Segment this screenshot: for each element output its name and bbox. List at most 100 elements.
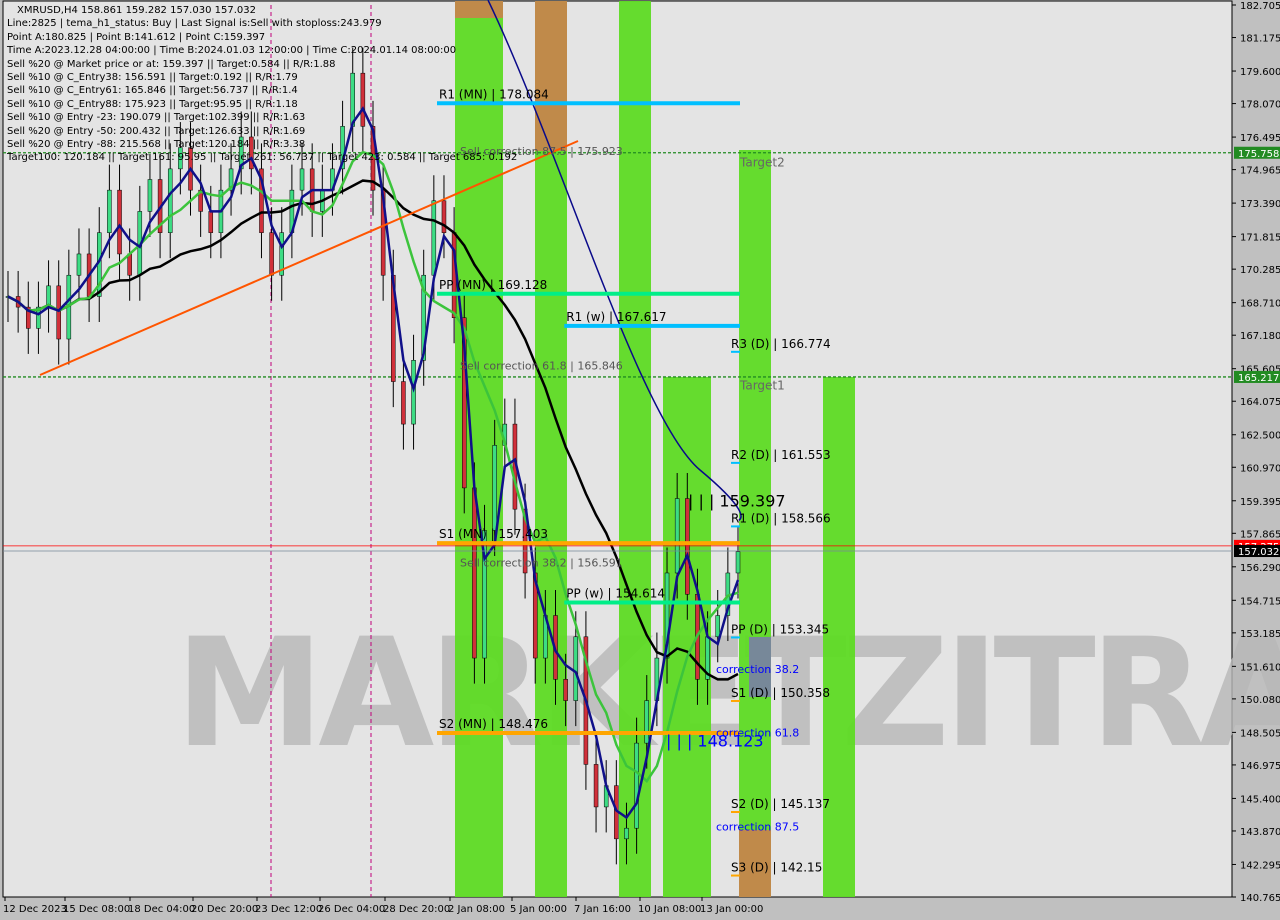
y-tick-label: 179.600 <box>1240 67 1280 78</box>
y-tick-label: 150.080 <box>1240 695 1280 706</box>
candle-body <box>573 636 579 701</box>
signal-info-line: Time A:2023.12.28 04:00:00 | Time B:2024… <box>7 45 457 57</box>
point-b-label: | | | 148.123 <box>666 732 764 751</box>
candle-body <box>299 168 305 191</box>
daily-level-label: R1 (D) | 158.566 <box>731 511 831 525</box>
candle-body <box>147 179 153 212</box>
candle-body <box>107 189 112 233</box>
y-tick-label: 160.970 <box>1240 463 1280 474</box>
x-tick-label: 18 Dec 04:00 <box>128 904 195 915</box>
y-tick-label: 167.180 <box>1240 331 1280 342</box>
y-tick-label: 182.705 <box>1240 1 1280 12</box>
signal-info-line: Line:2825 | tema_h1_status: Buy | Last S… <box>7 18 382 30</box>
x-tick-label: 10 Jan 08:00 <box>638 904 701 915</box>
signal-info-line: Sell %20 @ Entry -50: 200.432 || Target:… <box>7 125 306 137</box>
pivot-level-label: S1 (MN) | 157.403 <box>439 527 548 541</box>
y-tick-label: 142.295 <box>1240 860 1280 871</box>
signal-info-line: Sell %20 @ Market price or at: 159.397 |… <box>7 58 336 70</box>
y-tick-label: 173.390 <box>1240 199 1280 210</box>
y-tick-label: 157.865 <box>1240 529 1280 540</box>
daily-level-label: R3 (D) | 166.774 <box>731 337 831 351</box>
y-tick-label: 170.285 <box>1240 265 1280 276</box>
correction-label: correction 38.2 <box>716 663 799 676</box>
candle-body <box>117 189 122 255</box>
candle-body <box>644 700 649 744</box>
candle-body <box>563 679 568 701</box>
y-tick-label: 181.175 <box>1240 34 1280 45</box>
current-price-tag: 157.032 <box>1238 547 1279 558</box>
candle-body <box>492 445 497 531</box>
y-tick-label: 171.815 <box>1240 233 1280 244</box>
point-c-label: | | | 159.397 <box>688 492 786 511</box>
signal-info-panel: XMRUSD,H4 158.861 159.282 157.030 157.03… <box>7 4 517 165</box>
daily-level-label: R2 (D) | 161.553 <box>731 448 831 462</box>
x-tick-label: 7 Jan 16:00 <box>574 904 631 915</box>
daily-level-label: S3 (D) | 142.15 <box>731 861 822 875</box>
time-band-brown <box>535 1 567 151</box>
y-tick-label: 162.500 <box>1240 431 1280 442</box>
candle-body <box>56 285 61 340</box>
correction-label: correction 87.5 <box>716 820 799 833</box>
candle-body <box>624 827 629 840</box>
candle-body <box>472 487 477 659</box>
sell-correction-label: Sell correction 61.8 | 165.846 <box>460 360 623 373</box>
daily-level-label: S1 (D) | 150.358 <box>731 686 830 700</box>
y-tick-label: 174.965 <box>1240 166 1280 177</box>
x-tick-label: 12 Dec 2023 <box>3 904 67 915</box>
signal-info-line: Point A:180.825 | Point B:141.612 | Poin… <box>7 31 266 43</box>
symbol-ohlc: XMRUSD,H4 158.861 159.282 157.030 157.03… <box>17 5 256 16</box>
candle-body <box>167 168 173 233</box>
candle-body <box>735 551 741 574</box>
y-tick-label: 154.715 <box>1240 596 1280 607</box>
signal-info-line: Sell %10 @ C_Entry88: 175.923 || Target:… <box>7 98 298 110</box>
level-price-tag: 175.758 <box>1238 149 1279 160</box>
x-tick-label: 13 Jan 00:00 <box>700 904 763 915</box>
candle-body <box>441 200 447 233</box>
signal-info-line: Sell %10 @ C_Entry61: 165.846 || Target:… <box>7 85 298 97</box>
pivot-level-label: PP (w) | 154.614 <box>566 586 665 600</box>
x-tick-label: 20 Dec 20:00 <box>191 904 258 915</box>
y-tick-label: 148.505 <box>1240 728 1280 739</box>
candle-body <box>401 381 406 425</box>
target-label: Target1 <box>739 379 785 393</box>
pivot-level-label: PP (MN) | 169.128 <box>439 278 547 292</box>
signal-info-line: Sell %20 @ Entry -88: 215.568 || Target:… <box>7 139 306 151</box>
x-tick-label: 23 Dec 12:00 <box>255 904 322 915</box>
candle-body <box>76 253 82 276</box>
candle-body <box>127 253 132 276</box>
target-label: Target2 <box>739 155 785 169</box>
pivot-level-label: S2 (MN) | 148.476 <box>439 717 548 731</box>
y-tick-label: 178.070 <box>1240 100 1280 111</box>
y-tick-label: 168.710 <box>1240 299 1280 310</box>
x-tick-label: 26 Dec 04:00 <box>318 904 385 915</box>
candle-body <box>685 498 690 595</box>
x-tick-label: 15 Dec 08:00 <box>63 904 130 915</box>
candle-body <box>593 764 599 808</box>
candle-body <box>208 211 214 233</box>
daily-level-label: PP (D) | 153.345 <box>731 622 829 636</box>
signal-info-line: Sell %10 @ Entry -23: 190.079 || Target:… <box>7 112 306 124</box>
y-tick-label: 145.400 <box>1240 794 1280 805</box>
y-tick-label: 146.975 <box>1240 761 1280 772</box>
candle-body <box>634 742 639 829</box>
x-tick-label: 2 Jan 08:00 <box>448 904 505 915</box>
y-tick-label: 159.395 <box>1240 497 1280 508</box>
x-tick-label: 28 Dec 20:00 <box>383 904 450 915</box>
signal-info-line: Target100: 120.184 || Target 161: 95.95 … <box>7 152 518 164</box>
y-tick-label: 164.075 <box>1240 397 1280 408</box>
candle-body <box>269 232 274 276</box>
candle-body <box>715 615 720 638</box>
level-price-tag: 165.217 <box>1238 373 1279 384</box>
sell-correction-label: Sell correction 38.2 | 156.591 <box>460 556 623 569</box>
y-tick-label: 153.185 <box>1240 629 1280 640</box>
x-tick-label: 5 Jan 00:00 <box>510 904 567 915</box>
pivot-level-label: R1 (w) | 167.617 <box>566 310 666 324</box>
y-tick-label: 176.495 <box>1240 133 1280 144</box>
signal-info-line: Sell %10 @ C_Entry38: 156.591 || Target:… <box>7 72 298 84</box>
candle-body <box>431 200 437 276</box>
y-tick-label: 143.870 <box>1240 827 1280 838</box>
y-tick-label: 151.610 <box>1240 662 1280 673</box>
y-tick-label: 140.765 <box>1240 893 1280 904</box>
candle-body <box>674 498 680 574</box>
y-tick-label: 156.290 <box>1240 563 1280 574</box>
